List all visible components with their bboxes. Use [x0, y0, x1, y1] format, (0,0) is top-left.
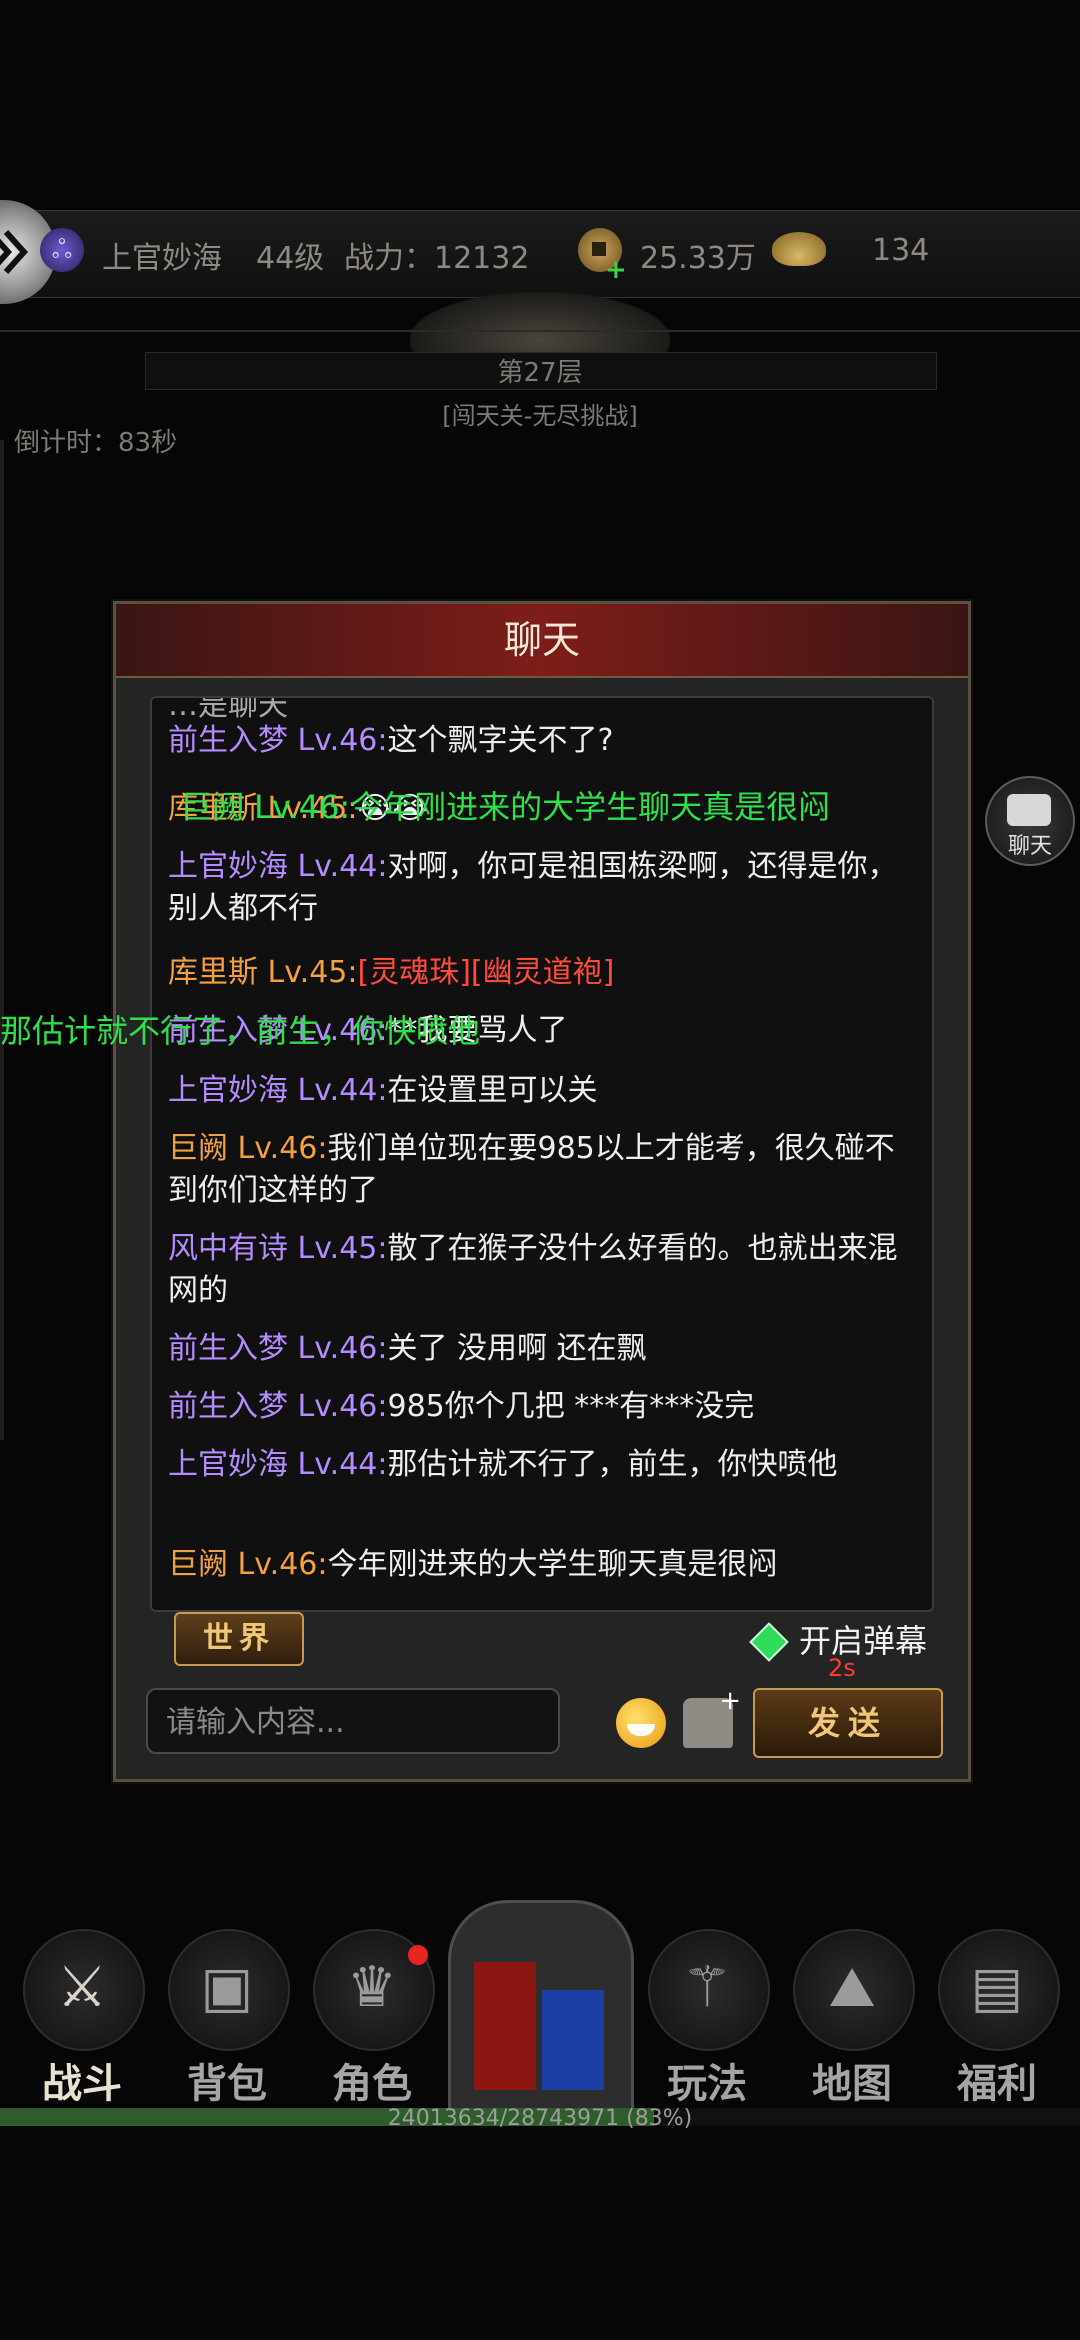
coin-amount: 25.33万 — [640, 241, 756, 276]
chat-message: 上官妙海 Lv.44:那估计就不行了，前生，你快喷他 — [168, 1444, 908, 1486]
nav-backpack[interactable]: ▣ 背包 — [162, 1925, 292, 2107]
danmaku-text: 巨阙 Lv.46:今年刚进来的大学生聊天真是很闷 — [180, 788, 831, 826]
sender-name[interactable]: 前生入梦 Lv.46: — [168, 1389, 388, 1424]
chat-message: 巨阙 Lv.46:我们单位现在要985以上才能考，很久碰不到你们这样的了 — [168, 1128, 908, 1212]
tab-world[interactable]: 世界 — [174, 1612, 304, 1666]
chat-message: 风中有诗 Lv.45:散了在猴子没什么好看的。也就出来混网的 — [168, 1228, 908, 1312]
nav-backpack-label: 背包 — [187, 2061, 267, 2107]
sender-name[interactable]: 巨阙 Lv.46: — [168, 1131, 328, 1166]
gold-ingot-icon — [772, 232, 826, 266]
player-name: 上官妙海 — [102, 241, 222, 276]
dialog-title: 聊天 — [116, 604, 968, 678]
chat-message: 前生入梦 Lv.46:关了 没用啊 还在飘 — [168, 1328, 908, 1370]
message-text: 关了 没用啊 还在飘 — [387, 1331, 647, 1366]
chat-message: 前生入梦 Lv.46:这个飘字关不了? — [168, 720, 908, 762]
nav-battle-label: 战斗 — [42, 2061, 122, 2107]
player-level: 44级 — [256, 241, 325, 276]
emoji-icon[interactable] — [616, 1698, 666, 1748]
sender-name[interactable]: 前生入梦 Lv.46: — [168, 723, 388, 758]
item-link[interactable]: [灵魂珠][幽灵道袍] — [358, 955, 615, 990]
sword-slash-icon: ⚚ — [681, 1955, 733, 2020]
double-chevron-icon — [0, 229, 29, 275]
add-coin-icon[interactable]: + — [605, 255, 627, 285]
nav-welfare-label: 福利 — [957, 2061, 1037, 2107]
message-text: 985你个几把 ***有***没完 — [387, 1389, 755, 1424]
nav-map[interactable]: ⛰ 地图 — [787, 1925, 917, 2107]
chat-message: 上官妙海 Lv.44:对啊，你可是祖国栋梁啊，还得是你，别人都不行 — [168, 846, 908, 930]
backpack-icon: ▣ — [200, 1955, 254, 2020]
bag-share-icon[interactable] — [683, 1686, 741, 1748]
treasure-chest-icon: ▤ — [970, 1955, 1024, 2020]
message-text: 今年刚进来的大学生聊天真是很闷 — [327, 1547, 778, 1582]
exp-bar-text: 24013634/28743971 (83%) — [387, 2106, 693, 2131]
nav-gameplay-label: 玩法 — [667, 2061, 747, 2107]
message-text: 在设置里可以关 — [387, 1073, 598, 1108]
gold-amount: 134 — [872, 233, 930, 268]
chat-button[interactable]: 聊天 — [985, 776, 1075, 866]
vip-icon: ஃ — [40, 228, 84, 272]
nav-character-label: 角色 — [332, 2061, 412, 2107]
nav-welfare[interactable]: ▤ 福利 — [932, 1925, 1062, 2107]
nav-map-label: 地图 — [812, 2061, 892, 2107]
sender-name[interactable]: 库里斯 Lv.45: — [168, 955, 358, 990]
nav-gameplay[interactable]: ⚚ 玩法 — [642, 1925, 772, 2107]
chat-button-label: 聊天 — [1007, 834, 1052, 859]
danmaku-text: 那估计就不行了，前生，你快喷他 — [0, 1012, 481, 1050]
barrage-toggle-label[interactable]: 开启弹幕 — [799, 1616, 927, 1662]
barrage-toggle-icon[interactable] — [749, 1622, 789, 1662]
message-text: 这个飘字关不了? — [387, 723, 614, 758]
sender-name[interactable]: 上官妙海 Lv.44: — [168, 1073, 388, 1108]
chat-message: 库里斯 Lv.45:[灵魂珠][幽灵道袍] — [168, 952, 908, 994]
floor-label: 第27层 — [497, 358, 583, 388]
chat-message: 上官妙海 Lv.44:在设置里可以关 — [168, 1070, 908, 1112]
send-cooldown: 2s — [828, 1654, 856, 1682]
player-power: 战力：12132 — [344, 241, 530, 276]
bottom-nav: ⚔ 战斗 ▣ 背包 ♛ 角色 ⚚ 玩法 ⛰ 地图 ▤ 福利 — [0, 1925, 1080, 2107]
message-list[interactable]: …是聊天 前生入梦 Lv.46:这个飘字关不了? 库里斯 Lv.45:😭😭 上官… — [150, 696, 934, 1612]
sender-name[interactable]: 上官妙海 Lv.44: — [168, 1447, 388, 1482]
notification-dot — [408, 1945, 428, 1965]
message-text: 那估计就不行了，前生，你快喷他 — [387, 1447, 838, 1482]
chat-message: 前生入梦 Lv.46:985你个几把 ***有***没完 — [168, 1386, 908, 1428]
nav-battle[interactable]: ⚔ 战斗 — [17, 1925, 147, 2107]
chat-bubble-icon — [1007, 794, 1051, 826]
map-icon: ⛰ — [828, 1955, 876, 2020]
send-button[interactable]: 发送 — [753, 1688, 943, 1758]
chat-input[interactable]: 请输入内容... — [146, 1688, 560, 1754]
crossed-swords-icon: ⚔ — [56, 1955, 108, 2020]
sender-name[interactable]: 风中有诗 Lv.45: — [168, 1231, 388, 1266]
chat-message: 巨阙 Lv.46:今年刚进来的大学生聊天真是很闷 — [168, 1544, 908, 1586]
sender-name[interactable]: 巨阙 Lv.46: — [168, 1547, 328, 1582]
sender-name[interactable]: 前生入梦 Lv.46: — [168, 1331, 388, 1366]
chat-dialog: 聊天 …是聊天 前生入梦 Lv.46:这个飘字关不了? 库里斯 Lv.45:😭😭… — [113, 601, 971, 1782]
sender-name[interactable]: 上官妙海 Lv.44: — [168, 849, 388, 884]
